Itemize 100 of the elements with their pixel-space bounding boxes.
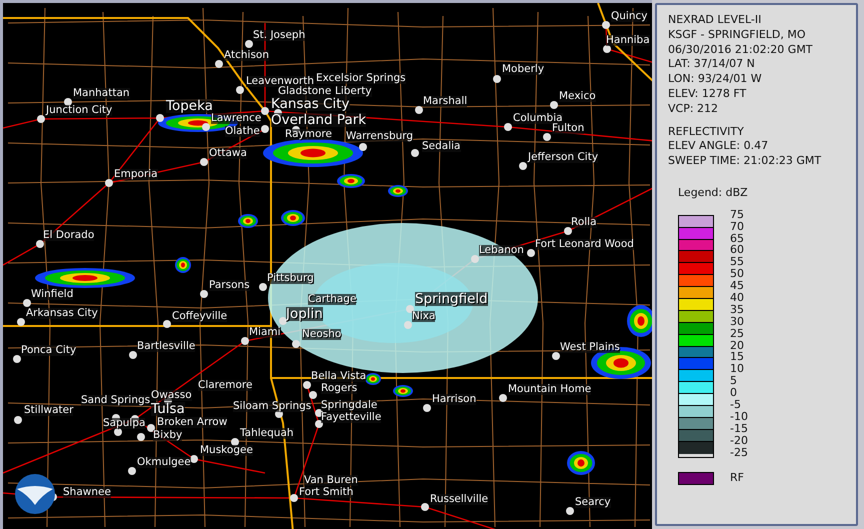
city-label: Sedalia bbox=[422, 140, 460, 152]
city-label: Liberty bbox=[335, 86, 372, 96]
city-label: Springfield bbox=[415, 292, 488, 306]
city-label: Jefferson City bbox=[528, 152, 598, 162]
storm-cell-drawing bbox=[281, 210, 305, 226]
scale-value: 70 bbox=[730, 220, 745, 233]
city-label: Nixa bbox=[412, 310, 436, 322]
city-label: Broken Arrow bbox=[157, 416, 228, 428]
scale-value: 10 bbox=[730, 363, 745, 376]
city-label: Springdale bbox=[321, 400, 378, 410]
scale-value: 45 bbox=[730, 280, 745, 292]
city-label: Tahlequah bbox=[240, 428, 294, 438]
scale-value: 75 bbox=[730, 208, 745, 221]
product-info-line: REFLECTIVITY bbox=[668, 124, 745, 140]
city-label: Warrensburg bbox=[346, 130, 414, 142]
city-label: Arkansas City bbox=[26, 308, 98, 318]
city-label: Bella Vista bbox=[311, 370, 366, 382]
city-label: Joplin bbox=[286, 307, 323, 321]
storm-cell-drawing bbox=[365, 373, 381, 385]
city-label: Rogers bbox=[321, 382, 358, 394]
city-label: Bartlesville bbox=[137, 340, 196, 352]
scale-value: 50 bbox=[730, 268, 745, 280]
city-label: Marshall bbox=[423, 96, 468, 106]
city-label: Claremore bbox=[198, 380, 252, 390]
city-label: Fort Leonard Wood bbox=[535, 238, 634, 250]
city-label: Ottawa bbox=[209, 148, 247, 158]
city-label: Sapulpa bbox=[103, 418, 146, 428]
scale-value: 55 bbox=[730, 256, 745, 268]
city-label: Gladstone bbox=[278, 86, 332, 96]
city-label: Ponca City bbox=[21, 344, 76, 356]
scale-value: 60 bbox=[730, 244, 745, 256]
city-label: Fulton bbox=[552, 122, 584, 134]
radar-info-line: 06/30/2016 21:02:20 GMT bbox=[668, 42, 814, 58]
city-label: El Dorado bbox=[43, 230, 94, 240]
radar-info-line: LAT: 37/14/07 N bbox=[668, 57, 756, 72]
city-label: Moberly bbox=[502, 64, 544, 74]
city-label: Shawnee bbox=[63, 486, 111, 498]
city-label: Tulsa bbox=[151, 402, 185, 416]
city-label: Emporia bbox=[114, 168, 158, 180]
scale-value: 65 bbox=[730, 232, 745, 244]
scale-value: -10 bbox=[730, 410, 748, 423]
scale-value: -25 bbox=[730, 446, 748, 458]
storm-cell-drawing bbox=[238, 214, 258, 228]
city-label: Fayetteville bbox=[321, 412, 382, 422]
city-label: Columbia bbox=[513, 112, 563, 124]
city-label: Siloam Springs bbox=[233, 400, 312, 412]
scale-value: -15 bbox=[730, 422, 748, 435]
city-label: Raymore bbox=[285, 128, 332, 140]
radar-info-line: LON: 93/24/01 W bbox=[668, 72, 763, 87]
radar-info-line: KSGF - SPRINGFIELD, MO bbox=[668, 28, 807, 43]
city-label: Owasso bbox=[151, 390, 192, 400]
city-label: Lawrence bbox=[211, 112, 262, 124]
scale-value: 0 bbox=[730, 387, 738, 400]
city-label: Junction City bbox=[46, 104, 112, 116]
city-label: Leavenworth bbox=[246, 76, 314, 86]
city-label: Miami bbox=[249, 326, 281, 338]
scale-value: 30 bbox=[730, 316, 745, 328]
radar-info-line: ELEV: 1278 FT bbox=[668, 86, 748, 102]
storm-cell-drawing bbox=[567, 451, 595, 475]
radar-info-line: NEXRAD LEVEL-II bbox=[668, 13, 762, 28]
city-label: Stillwater bbox=[24, 404, 74, 416]
legend-title: Legend: dBZ bbox=[678, 186, 749, 201]
city-label: Fort Smith bbox=[299, 486, 354, 498]
scale-value: -5 bbox=[730, 399, 742, 411]
product-info-line: ELEV ANGLE: 0.47 bbox=[668, 139, 770, 154]
city-label: Parsons bbox=[209, 280, 250, 290]
city-label: Winfield bbox=[31, 288, 74, 300]
city-label: Russellville bbox=[430, 494, 488, 504]
scale-value: 25 bbox=[730, 328, 745, 340]
city-label: Muskogee bbox=[200, 444, 253, 456]
city-label: Harrison bbox=[432, 394, 476, 404]
storm-cell-drawing bbox=[175, 257, 191, 273]
rf-label: RF bbox=[730, 470, 744, 486]
city-label: Van Buren bbox=[304, 474, 358, 486]
scale-value: 15 bbox=[730, 351, 745, 364]
city-label: Manhattan bbox=[73, 88, 130, 98]
city-label: Kansas City bbox=[271, 97, 350, 111]
city-label: Quincy bbox=[611, 10, 648, 22]
city-label: Atchison bbox=[224, 50, 270, 60]
radar-info-line: VCP: 212 bbox=[668, 102, 720, 117]
storm-cell-drawing bbox=[393, 385, 413, 397]
city-label: Hanniba bbox=[606, 34, 650, 46]
city-label: Topeka bbox=[166, 99, 213, 113]
city-label: Neosho bbox=[302, 328, 342, 340]
product-info-line: SWEEP TIME: 21:02:23 GMT bbox=[668, 154, 822, 169]
city-label: St. Joseph bbox=[253, 30, 306, 40]
scale-value: 5 bbox=[730, 375, 738, 388]
city-label: Bixby bbox=[153, 430, 182, 440]
city-label: Pittsburg bbox=[267, 272, 314, 284]
storm-cell-drawing bbox=[388, 185, 408, 197]
city-label: Coffeyville bbox=[172, 310, 228, 322]
city-label: Okmulgee bbox=[137, 456, 191, 468]
scale-value: 35 bbox=[730, 304, 745, 316]
city-label: Mountain Home bbox=[508, 384, 592, 394]
storm-cell-drawing bbox=[337, 174, 365, 188]
city-label: Sand Springs bbox=[81, 394, 150, 406]
city-label: Rolla bbox=[571, 216, 597, 228]
city-label: Olathe bbox=[225, 126, 260, 136]
scale-value: 20 bbox=[730, 340, 745, 352]
scale-value: -20 bbox=[730, 434, 748, 447]
